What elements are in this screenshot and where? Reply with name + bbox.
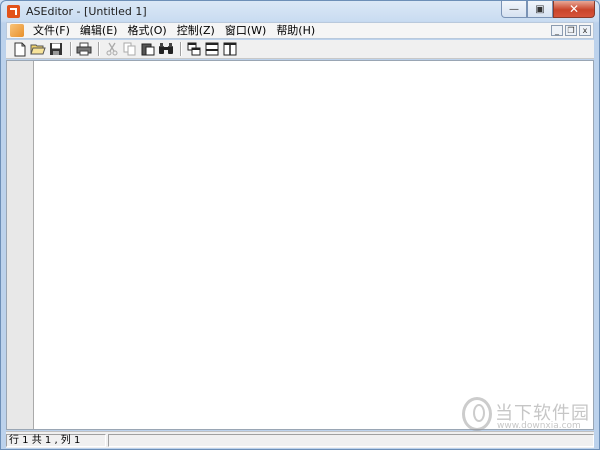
- menu-help[interactable]: 帮助(H): [271, 23, 320, 38]
- toolbar-separator: [98, 42, 100, 56]
- close-button[interactable]: ✕: [553, 1, 595, 18]
- doc-close-button[interactable]: x: [579, 25, 591, 36]
- watermark-url: www.downxia.com: [497, 421, 581, 431]
- text-editor[interactable]: [35, 61, 593, 429]
- toolbar-separator: [70, 42, 72, 56]
- window-controls: — ▣ ✕: [501, 1, 595, 19]
- app-logo-icon[interactable]: [7, 5, 20, 18]
- watermark: 当下软件园 www.downxia.com: [462, 397, 589, 433]
- cut-icon[interactable]: [104, 41, 120, 57]
- print-icon[interactable]: [76, 41, 92, 57]
- tile-vertical-icon[interactable]: [222, 41, 238, 57]
- cascade-windows-icon[interactable]: [186, 41, 202, 57]
- maximize-button[interactable]: ▣: [527, 1, 553, 18]
- tile-horizontal-icon[interactable]: [204, 41, 220, 57]
- line-number-gutter: [7, 61, 34, 429]
- cursor-position-status: 行 1 共 1 , 列 1: [6, 433, 106, 447]
- watermark-logo-icon: [462, 397, 492, 431]
- find-icon[interactable]: [158, 41, 174, 57]
- toolbar: [6, 40, 594, 59]
- menu-control[interactable]: 控制(Z): [172, 23, 220, 38]
- menu-window[interactable]: 窗口(W): [220, 23, 271, 38]
- paste-icon[interactable]: [140, 41, 156, 57]
- menu-bar: 文件(F) 编辑(E) 格式(O) 控制(Z) 窗口(W) 帮助(H) _ ❐ …: [6, 22, 594, 39]
- open-folder-icon[interactable]: [30, 41, 46, 57]
- new-document-icon[interactable]: [12, 41, 28, 57]
- doc-restore-button[interactable]: ❐: [565, 25, 577, 36]
- app-window: ASEditor - [Untitled 1] — ▣ ✕ 文件(F) 编辑(E…: [0, 0, 600, 450]
- status-pane-empty: [108, 433, 594, 447]
- document-window-controls: _ ❐ x: [551, 25, 591, 36]
- toolbar-separator: [180, 42, 182, 56]
- document-icon[interactable]: [10, 24, 24, 37]
- save-icon[interactable]: [48, 41, 64, 57]
- title-bar[interactable]: ASEditor - [Untitled 1] — ▣ ✕: [1, 1, 599, 22]
- minimize-button[interactable]: —: [501, 1, 527, 18]
- editor-area: [6, 60, 594, 430]
- window-title: ASEditor - [Untitled 1]: [26, 5, 147, 18]
- copy-icon[interactable]: [122, 41, 138, 57]
- menu-file[interactable]: 文件(F): [28, 23, 75, 38]
- menu-format[interactable]: 格式(O): [122, 23, 171, 38]
- menu-edit[interactable]: 编辑(E): [75, 23, 123, 38]
- status-bar: 行 1 共 1 , 列 1: [6, 431, 594, 448]
- doc-minimize-button[interactable]: _: [551, 25, 563, 36]
